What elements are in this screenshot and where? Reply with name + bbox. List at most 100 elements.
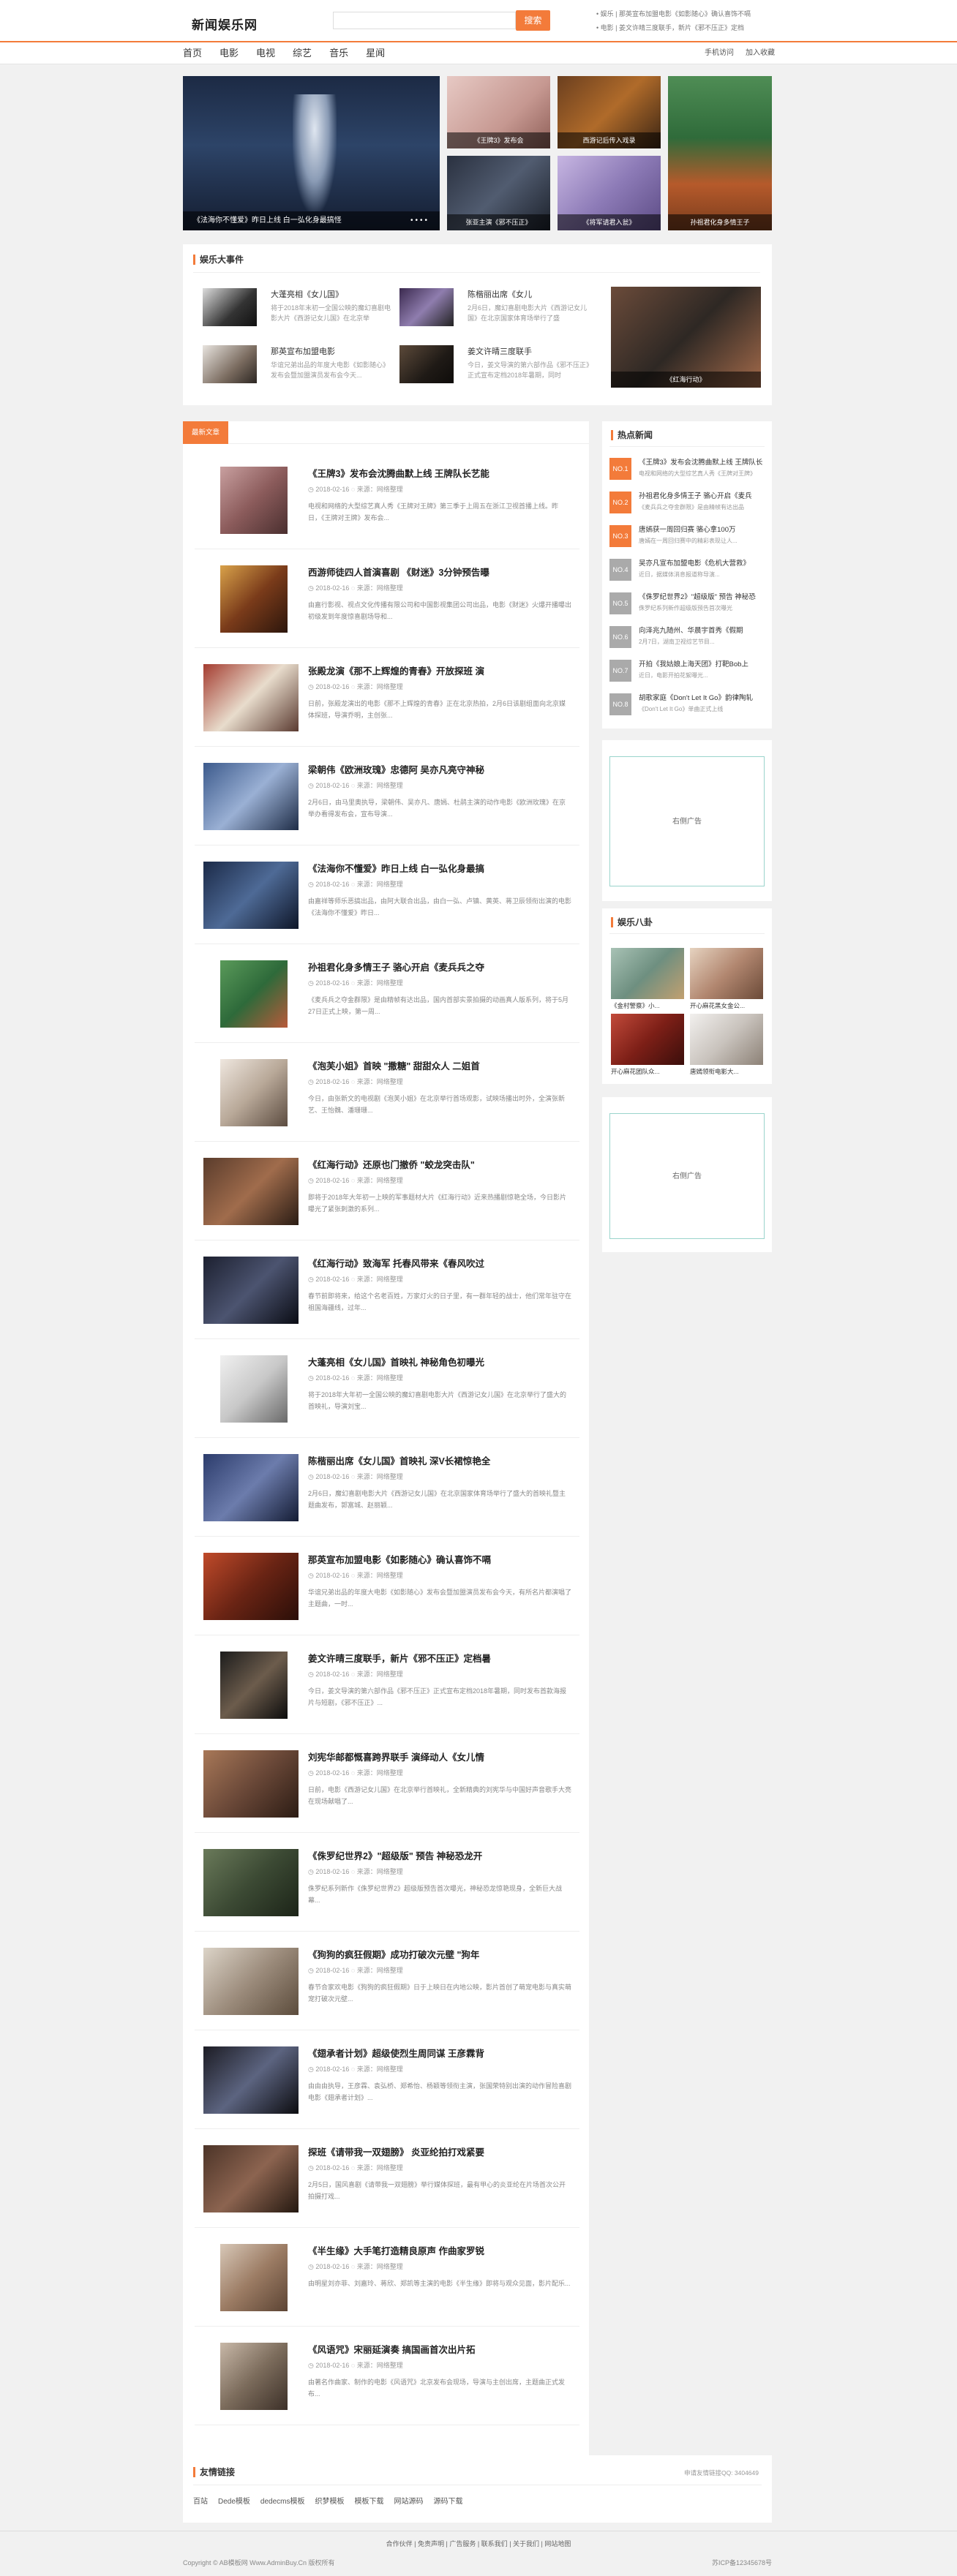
- article-title[interactable]: 梁朝伟《欧洲玫瑰》忠德阿 吴亦凡亮守神秘: [308, 762, 484, 776]
- mobile-link[interactable]: 手机访问: [705, 42, 734, 64]
- links-apply[interactable]: 申请友情链接QQ: 3404649: [684, 2468, 759, 2477]
- article-title[interactable]: 《侏罗纪世界2》"超级版" 预告 神秘恐龙开: [308, 1848, 482, 1862]
- article-thumb[interactable]: [220, 1652, 288, 1719]
- article-item[interactable]: 《狗狗的疯狂假期》成功打破次元壁 "狗年 ◷ 2018-02-16 ◌ 来源：网络…: [195, 1932, 579, 2030]
- hot-title[interactable]: 吴亦凡宣布加盟电影《危机大营救》: [639, 557, 763, 568]
- hot-title[interactable]: 孙祖君化身多情王子 骆心开启《麦兵: [639, 490, 763, 500]
- hot-item[interactable]: NO.8 胡歌家庭《Don't Let It Go》韵律陶轧 《Don't Let …: [609, 690, 763, 720]
- article-title[interactable]: 《法海你不懂爱》昨日上线 白一弘化身最搞: [308, 861, 484, 875]
- footer-link[interactable]: 广告服务: [449, 2540, 476, 2547]
- article-item[interactable]: 《风语咒》宋丽延演奏 搞国画首次出片拓 ◷ 2018-02-16 ◌ 来源：网络整…: [195, 2327, 579, 2425]
- gossip-caption[interactable]: 唐嫣领衔电影大...: [690, 1067, 763, 1076]
- article-thumb[interactable]: [203, 1849, 299, 1916]
- article-thumb[interactable]: [220, 565, 288, 633]
- slider-thumb[interactable]: 《王牌3》发布会: [447, 76, 550, 148]
- article-title[interactable]: 《半生缘》大手笔打造精良原声 作曲家罗锐: [308, 2243, 484, 2257]
- footer-link[interactable]: 联系我们: [481, 2540, 508, 2547]
- hot-item[interactable]: NO.4 吴亦凡宣布加盟电影《危机大营救》 近日，据媒体消息报道称导演...: [609, 556, 763, 585]
- article-title[interactable]: 《翅承者计划》超级使烈生周同谋 王彦霖背: [308, 2046, 484, 2060]
- hot-title[interactable]: 唐嫣获一周回归赛 骆心拿100万: [639, 524, 763, 534]
- article-thumb[interactable]: [203, 1454, 299, 1521]
- article-thumb[interactable]: [220, 1355, 288, 1423]
- hot-item[interactable]: NO.3 唐嫣获一周回归赛 骆心拿100万 唐嫣在一周回归赛中的精彩表现让人...: [609, 522, 763, 551]
- top-news-item[interactable]: • 电影 | 姜文许晴三度联手，新片《邪不压正》定档: [596, 21, 772, 35]
- article-thumb[interactable]: [203, 664, 299, 731]
- search-input[interactable]: [333, 12, 516, 29]
- friend-link[interactable]: 模板下载: [354, 2495, 383, 2506]
- nav-item-home[interactable]: 首页: [183, 42, 202, 64]
- article-title[interactable]: 张殿龙演《那不上辉煌的青春》开放探班 演: [308, 663, 484, 677]
- event-feature[interactable]: 《红海行动》: [611, 287, 761, 388]
- tab-latest[interactable]: 最新文章: [183, 421, 228, 444]
- friend-link[interactable]: Dede模板: [218, 2495, 250, 2506]
- favorite-link[interactable]: 加入收藏: [746, 42, 775, 64]
- article-title[interactable]: 《红海行动》还原也门撤侨 "蛟龙突击队": [308, 1157, 475, 1171]
- article-title[interactable]: 大蓬亮相《女儿国》首映礼 神秘角色初曝光: [308, 1355, 484, 1368]
- article-item[interactable]: 陈楷丽出席《女儿国》首映礼 深V长裙惊艳全 ◷ 2018-02-16 ◌ 来源：网…: [195, 1438, 579, 1537]
- gossip-item[interactable]: 开心麻花团队众...: [611, 1014, 684, 1081]
- article-thumb[interactable]: [203, 763, 299, 830]
- hot-item[interactable]: NO.2 孙祖君化身多情王子 骆心开启《麦兵 《麦兵兵之夺金群限》是由精帧有达出品: [609, 489, 763, 518]
- article-thumb[interactable]: [220, 960, 288, 1028]
- article-item[interactable]: 探班《请带我一双翅膀》 炎亚纶拍打戏紧要 ◷ 2018-02-16 ◌ 来源：网络…: [195, 2129, 579, 2228]
- nav-item-movie[interactable]: 电影: [219, 42, 239, 64]
- gossip-item[interactable]: 《金村警察》小...: [611, 948, 684, 1015]
- article-item[interactable]: 《泡芙小姐》首映 "撒糖" 甜甜众人 二姐首 ◷ 2018-02-16 ◌ 来源：…: [195, 1043, 579, 1142]
- article-item[interactable]: 那英宣布加盟电影《如影随心》确认喜饰不嗝 ◷ 2018-02-16 ◌ 来源：网络…: [195, 1537, 579, 1635]
- event-title[interactable]: 姜文许晴三度联手: [468, 345, 532, 357]
- footer-link[interactable]: 网站地图: [544, 2540, 571, 2547]
- gossip-caption[interactable]: 开心麻花团队众...: [611, 1067, 684, 1076]
- hot-title[interactable]: 《侏罗纪世界2》"超级版" 预告 神秘恐: [639, 591, 763, 601]
- top-news-item[interactable]: • 娱乐 | 那英宣布加盟电影《如影随心》确认喜饰不嗝: [596, 7, 772, 21]
- gossip-item[interactable]: 开心麻花黑女金公...: [690, 948, 763, 1015]
- article-thumb[interactable]: [203, 862, 299, 929]
- article-title[interactable]: 刘宪华邮都慨喜跨界联手 演绎动人《女儿情: [308, 1750, 484, 1763]
- gossip-caption[interactable]: 《金村警察》小...: [611, 1001, 684, 1010]
- right-ad[interactable]: 右侧广告: [609, 756, 765, 886]
- article-title[interactable]: 《泡芙小姐》首映 "撒糖" 甜甜众人 二姐首: [308, 1058, 480, 1072]
- article-item[interactable]: 《法海你不懂爱》昨日上线 白一弘化身最搞 ◷ 2018-02-16 ◌ 来源：网络…: [195, 846, 579, 944]
- article-title[interactable]: 孙祖君化身多情王子 骆心开启《麦兵兵之夺: [308, 960, 484, 973]
- article-item[interactable]: 西游师徒四人首演喜剧 《财迷》3分钟预告曝 ◷ 2018-02-16 ◌ 来源：网…: [195, 549, 579, 648]
- event-item[interactable]: 陈楷丽出席《女儿 2月6日，魔幻喜剧电影大片《西游记女儿国》在北京国家体育场举行…: [399, 288, 604, 332]
- article-thumb[interactable]: [203, 2145, 299, 2212]
- site-logo[interactable]: 新闻娱乐网: [192, 15, 258, 33]
- article-thumb[interactable]: [203, 1257, 299, 1324]
- event-title[interactable]: 大蓬亮相《女儿国》: [271, 288, 343, 300]
- article-item[interactable]: 《翅承者计划》超级使烈生周同谋 王彦霖背 ◷ 2018-02-16 ◌ 来源：网络…: [195, 2030, 579, 2129]
- hot-title[interactable]: 开拍《我姑娘上海天团》打靶Bob上: [639, 658, 763, 669]
- hot-item[interactable]: NO.5 《侏罗纪世界2》"超级版" 预告 神秘恐 侏罗纪系列新作超级版预告首次曝光: [609, 590, 763, 619]
- article-item[interactable]: 《王牌3》发布会沈腾曲默上线 王牌队长艺能 ◷ 2018-02-16 ◌ 来源：网…: [195, 451, 579, 549]
- slider-main[interactable]: 《法海你不懂爱》昨日上线 白一弘化身最搞怪 ••••: [183, 76, 440, 230]
- slider-thumb[interactable]: 西游记后传入戏录: [558, 76, 661, 148]
- article-title[interactable]: 西游师徒四人首演喜剧 《财迷》3分钟预告曝: [308, 565, 489, 579]
- hot-item[interactable]: NO.6 向泽兆九随州、华晨宇首秀《假期 2月7日，湖南卫视综艺节目...: [609, 623, 763, 652]
- nav-item-stars[interactable]: 星闻: [366, 42, 385, 64]
- article-item[interactable]: 梁朝伟《欧洲玫瑰》忠德阿 吴亦凡亮守神秘 ◷ 2018-02-16 ◌ 来源：网络…: [195, 747, 579, 846]
- article-thumb[interactable]: [220, 467, 288, 534]
- hot-item[interactable]: NO.7 开拍《我姑娘上海天团》打靶Bob上 近日，电影开拍花絮曝光...: [609, 657, 763, 686]
- event-item[interactable]: 那英宣布加盟电影 华谊兄弟出品的年度大电影《如影随心》发布会暨加盟演员发布会今天…: [203, 345, 408, 389]
- footer-link[interactable]: 关于我们: [513, 2540, 539, 2547]
- footer-link[interactable]: 免责声明: [418, 2540, 444, 2547]
- slider-dots[interactable]: ••••: [410, 211, 429, 230]
- article-title[interactable]: 姜文许晴三度联手，新片《邪不压正》定档暑: [308, 1651, 491, 1665]
- article-item[interactable]: 孙祖君化身多情王子 骆心开启《麦兵兵之夺 ◷ 2018-02-16 ◌ 来源：网络…: [195, 944, 579, 1043]
- article-title[interactable]: 《狗狗的疯狂假期》成功打破次元壁 "狗年: [308, 1947, 479, 1961]
- article-thumb[interactable]: [220, 1059, 288, 1126]
- slider-thumb[interactable]: 《将军请君入瓮》: [558, 156, 661, 230]
- friend-link[interactable]: 网站源码: [394, 2495, 423, 2506]
- article-thumb[interactable]: [203, 1158, 299, 1225]
- slider-thumb-large[interactable]: 孙祖君化身多情王子: [668, 76, 772, 230]
- article-title[interactable]: 《红海行动》致海军 托春风带来《春风吹过: [308, 1256, 484, 1270]
- article-thumb[interactable]: [203, 1553, 299, 1620]
- event-title[interactable]: 那英宣布加盟电影: [271, 345, 335, 357]
- friend-link[interactable]: 织梦模板: [315, 2495, 344, 2506]
- article-title[interactable]: 《王牌3》发布会沈腾曲默上线 王牌队长艺能: [308, 466, 489, 480]
- hot-title[interactable]: 胡歌家庭《Don't Let It Go》韵律陶轧: [639, 692, 763, 702]
- article-item[interactable]: 姜文许晴三度联手，新片《邪不压正》定档暑 ◷ 2018-02-16 ◌ 来源：网络…: [195, 1635, 579, 1734]
- article-title[interactable]: 探班《请带我一双翅膀》 炎亚纶拍打戏紧要: [308, 2144, 484, 2158]
- article-thumb[interactable]: [220, 2244, 288, 2311]
- article-title[interactable]: 《风语咒》宋丽延演奏 搞国画首次出片拓: [308, 2342, 475, 2356]
- friend-link[interactable]: 百站: [193, 2495, 208, 2506]
